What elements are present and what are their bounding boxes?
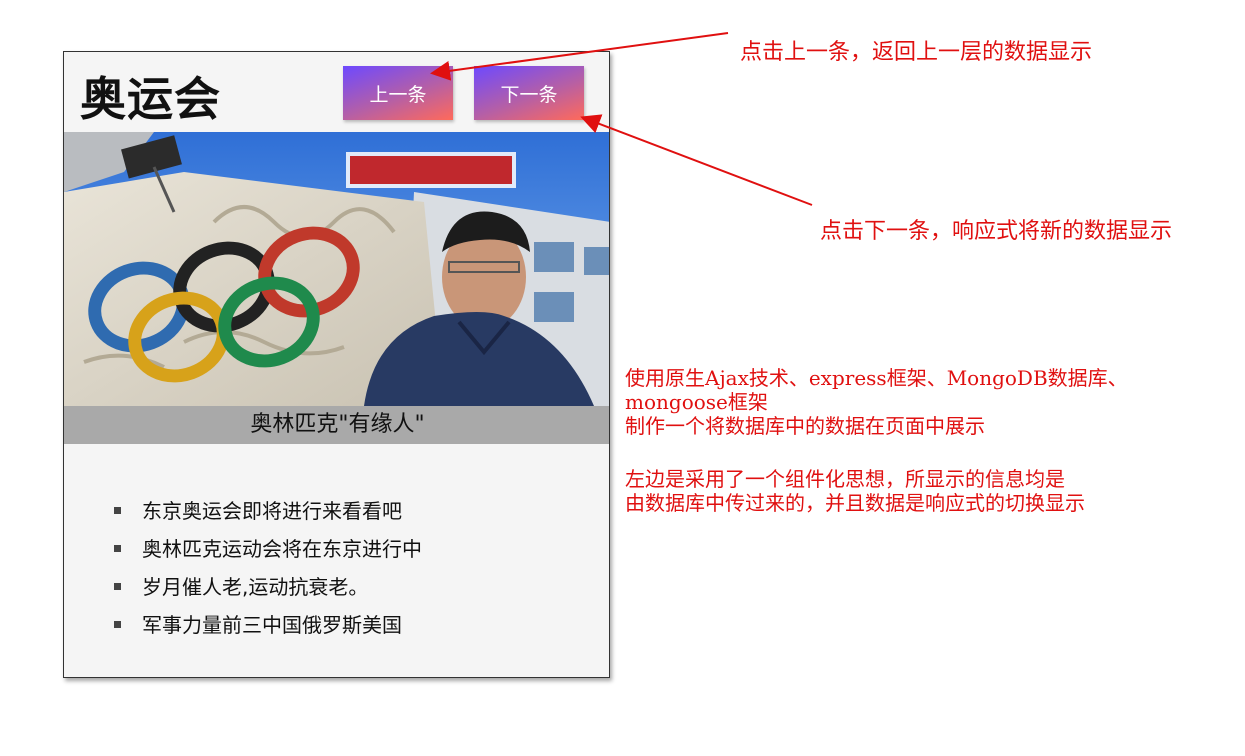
desc-line: mongoose框架 xyxy=(625,390,768,414)
news-list: 东京奥运会即将进行来看看吧 奥林匹克运动会将在东京进行中 岁月催人老,运动抗衰老… xyxy=(114,492,422,644)
desc-line: 由数据库中传过来的，并且数据是响应式的切换显示 xyxy=(625,491,1085,515)
card-title: 奥运会 xyxy=(80,72,221,126)
desc-line: 左边是采用了一个组件化思想，所显示的信息均是 xyxy=(625,467,1065,491)
list-item[interactable]: 奥林匹克运动会将在东京进行中 xyxy=(114,530,422,568)
component-description: 左边是采用了一个组件化思想，所显示的信息均是 由数据库中传过来的，并且数据是响应… xyxy=(625,467,1225,515)
list-item[interactable]: 东京奥运会即将进行来看看吧 xyxy=(114,492,422,530)
olympic-photo xyxy=(64,132,609,406)
list-item-text: 奥林匹克运动会将在东京进行中 xyxy=(142,537,422,561)
next-button[interactable]: 下一条 xyxy=(474,66,584,120)
bullet-icon xyxy=(114,583,121,590)
desc-line: 使用原生Ajax技术、express框架、MongoDB数据库、 xyxy=(625,366,1128,390)
list-item-text: 东京奥运会即将进行来看看吧 xyxy=(142,499,402,523)
list-item[interactable]: 军事力量前三中国俄罗斯美国 xyxy=(114,606,422,644)
bullet-icon xyxy=(114,507,121,514)
desc-line: 制作一个将数据库中的数据在页面中展示 xyxy=(625,414,985,438)
prev-annotation: 点击上一条，返回上一层的数据显示 xyxy=(740,40,1093,65)
list-item[interactable]: 岁月催人老,运动抗衰老。 xyxy=(114,568,422,606)
image-caption: 奥林匹克"有缘人" xyxy=(64,406,609,444)
hero-image xyxy=(64,132,609,406)
bullet-icon xyxy=(114,621,121,628)
list-item-text: 军事力量前三中国俄罗斯美国 xyxy=(142,613,402,637)
list-item-text: 岁月催人老,运动抗衰老。 xyxy=(142,575,369,599)
prev-button[interactable]: 上一条 xyxy=(343,66,453,120)
tech-description: 使用原生Ajax技术、express框架、MongoDB数据库、 mongoos… xyxy=(625,366,1225,438)
bullet-icon xyxy=(114,545,121,552)
next-arrow-icon xyxy=(580,114,813,206)
news-card: 奥运会 上一条 下一条 奥林匹克"有缘人" 东京奥运会即将进行来看看吧 奥林匹克… xyxy=(63,51,610,678)
next-annotation: 点击下一条，响应式将新的数据显示 xyxy=(820,219,1173,244)
